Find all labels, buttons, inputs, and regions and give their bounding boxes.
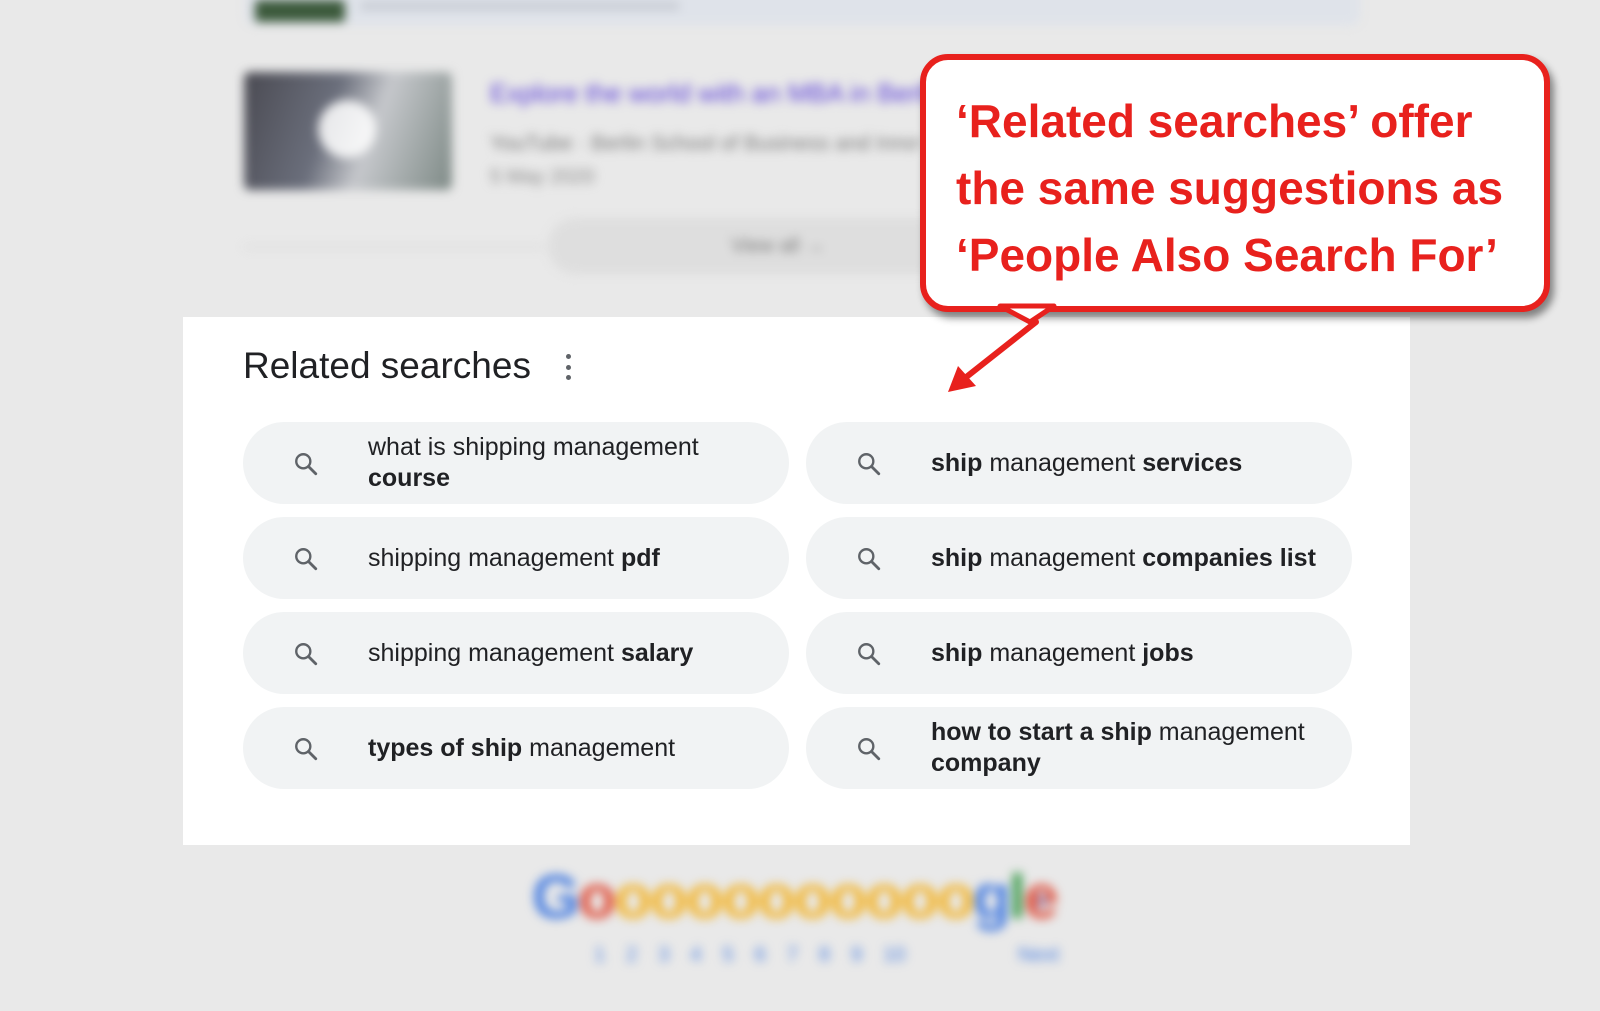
page-number-link[interactable]: 7 (787, 944, 798, 967)
pager-logo-letter: o (578, 863, 616, 932)
related-search-chip[interactable]: ship management jobs (806, 612, 1352, 694)
page-number-link[interactable]: 3 (658, 944, 669, 967)
search-icon (293, 736, 319, 762)
pager-logo-letter: o (829, 863, 867, 932)
pager-logo-letter: o (793, 863, 831, 932)
related-search-chip[interactable]: what is shipping management course (243, 422, 789, 504)
related-search-label: shipping management salary (368, 638, 759, 669)
related-search-label-part: jobs (1142, 638, 1194, 667)
related-search-chip[interactable]: ship management services (806, 422, 1352, 504)
divider (244, 246, 544, 248)
pager-logo-letter: o (936, 863, 975, 932)
related-search-label: types of ship management (368, 733, 759, 764)
search-icon (856, 451, 882, 477)
related-search-label-part: what is shipping management (368, 433, 699, 461)
page-number-link[interactable]: 1 (594, 944, 605, 967)
related-search-label-part: types of ship (368, 733, 523, 762)
search-icon (856, 736, 882, 762)
related-search-label: what is shipping management course (368, 432, 759, 494)
screenshot-stage: Explore the world with an MBA in Berlin … (0, 0, 1600, 1011)
related-search-label-part: company (931, 749, 1041, 777)
related-search-label-part: management (522, 733, 676, 762)
related-search-label-part: companies list (1142, 543, 1316, 572)
related-search-label-part: how to start a ship (931, 718, 1152, 746)
page-numbers: 1 2 3 4 5 6 7 8 9 10 (594, 944, 905, 967)
search-icon (293, 546, 319, 572)
related-search-label: ship management companies list (931, 543, 1322, 574)
annotation-callout: ‘Related searches’ offer the same sugges… (920, 54, 1550, 312)
video-source: YouTube · Berlin School of Business and … (490, 132, 920, 155)
next-page-link[interactable]: Next (1018, 944, 1059, 967)
pager-logo-letter: l (1008, 863, 1026, 932)
related-search-label-part: ship (931, 448, 983, 477)
next-chevron-icon[interactable]: › (1036, 880, 1047, 919)
previous-result-text (360, 2, 680, 10)
related-search-label-part: management (982, 638, 1143, 667)
related-search-label-part: services (1142, 448, 1243, 477)
video-title[interactable]: Explore the world with an MBA in Berlin (490, 78, 940, 109)
related-search-label: ship management services (931, 448, 1322, 479)
related-search-label: shipping management pdf (368, 543, 759, 574)
related-search-chip[interactable]: shipping management pdf (243, 517, 789, 599)
search-icon (856, 546, 882, 572)
related-search-chip[interactable]: shipping management salary (243, 612, 789, 694)
related-search-label-part: ship (931, 543, 983, 572)
pager-logo-letter: G (532, 863, 580, 932)
pager-logo-letter: g (972, 863, 1011, 932)
related-search-label: ship management jobs (931, 638, 1322, 669)
related-searches-title: Related searches (243, 345, 531, 386)
pager-logo-letter: o (757, 863, 796, 932)
page-number-link[interactable]: 6 (755, 944, 766, 967)
pager-logo-letter: o (865, 863, 903, 932)
related-search-label-part: management (1151, 718, 1305, 746)
page-number-link[interactable]: 4 (690, 944, 701, 967)
search-icon (293, 451, 319, 477)
related-search-chip[interactable]: ship management companies list (806, 517, 1352, 599)
related-search-label-part: management (982, 543, 1143, 572)
related-search-label-part: management (982, 448, 1143, 477)
search-icon (856, 641, 882, 667)
more-vert-icon[interactable] (565, 354, 571, 380)
related-search-label-part: salary (620, 638, 694, 667)
related-search-label-part: course (368, 464, 450, 492)
page-number-link[interactable]: 8 (819, 944, 830, 967)
page-number-link[interactable]: 2 (626, 944, 637, 967)
pager-logo: Gooooooooooogle (532, 862, 1058, 933)
related-search-label-part: pdf (620, 543, 660, 572)
related-search-chip[interactable]: types of ship management (243, 707, 789, 789)
search-icon (293, 641, 319, 667)
related-searches-panel: Related searches what is shipping manage… (183, 317, 1410, 845)
related-search-label-part: shipping management (368, 638, 621, 667)
related-search-label: how to start a ship management company (931, 717, 1322, 779)
pager-logo-letter: o (685, 863, 724, 932)
page-number-link[interactable]: 5 (723, 944, 734, 967)
pager-logo-letter: o (649, 863, 688, 932)
video-date: 5 May 2020 (490, 166, 595, 188)
related-search-label-part: ship (931, 638, 983, 667)
related-search-chip[interactable]: how to start a ship management company (806, 707, 1352, 789)
page-number-link[interactable]: 10 (883, 944, 905, 967)
page-number-link[interactable]: 9 (851, 944, 862, 967)
pager-logo-letter: o (721, 863, 760, 932)
annotation-callout-text: ‘Related searches’ offer the same sugges… (956, 95, 1504, 281)
play-icon[interactable] (318, 100, 376, 158)
pager-logo-letter: o (901, 863, 939, 932)
related-search-label-part: shipping management (368, 543, 621, 572)
previous-result-thumbnail (255, 0, 345, 22)
pager-logo-letter: o (614, 863, 652, 932)
